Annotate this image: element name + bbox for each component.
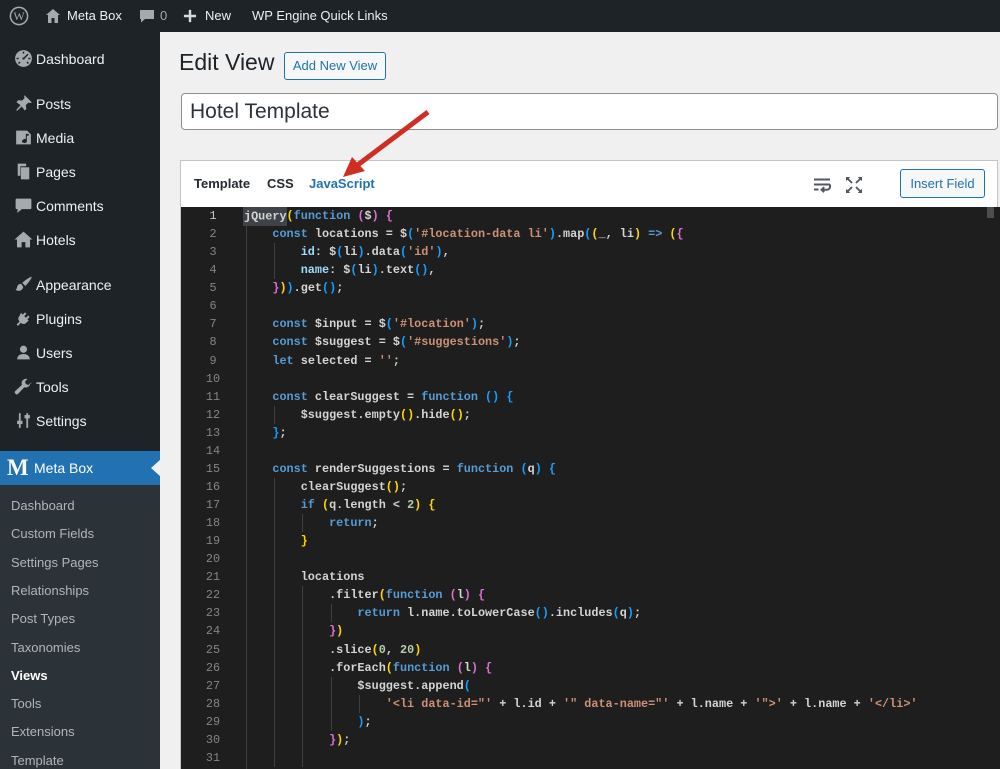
svg-text:W: W [13,9,25,23]
